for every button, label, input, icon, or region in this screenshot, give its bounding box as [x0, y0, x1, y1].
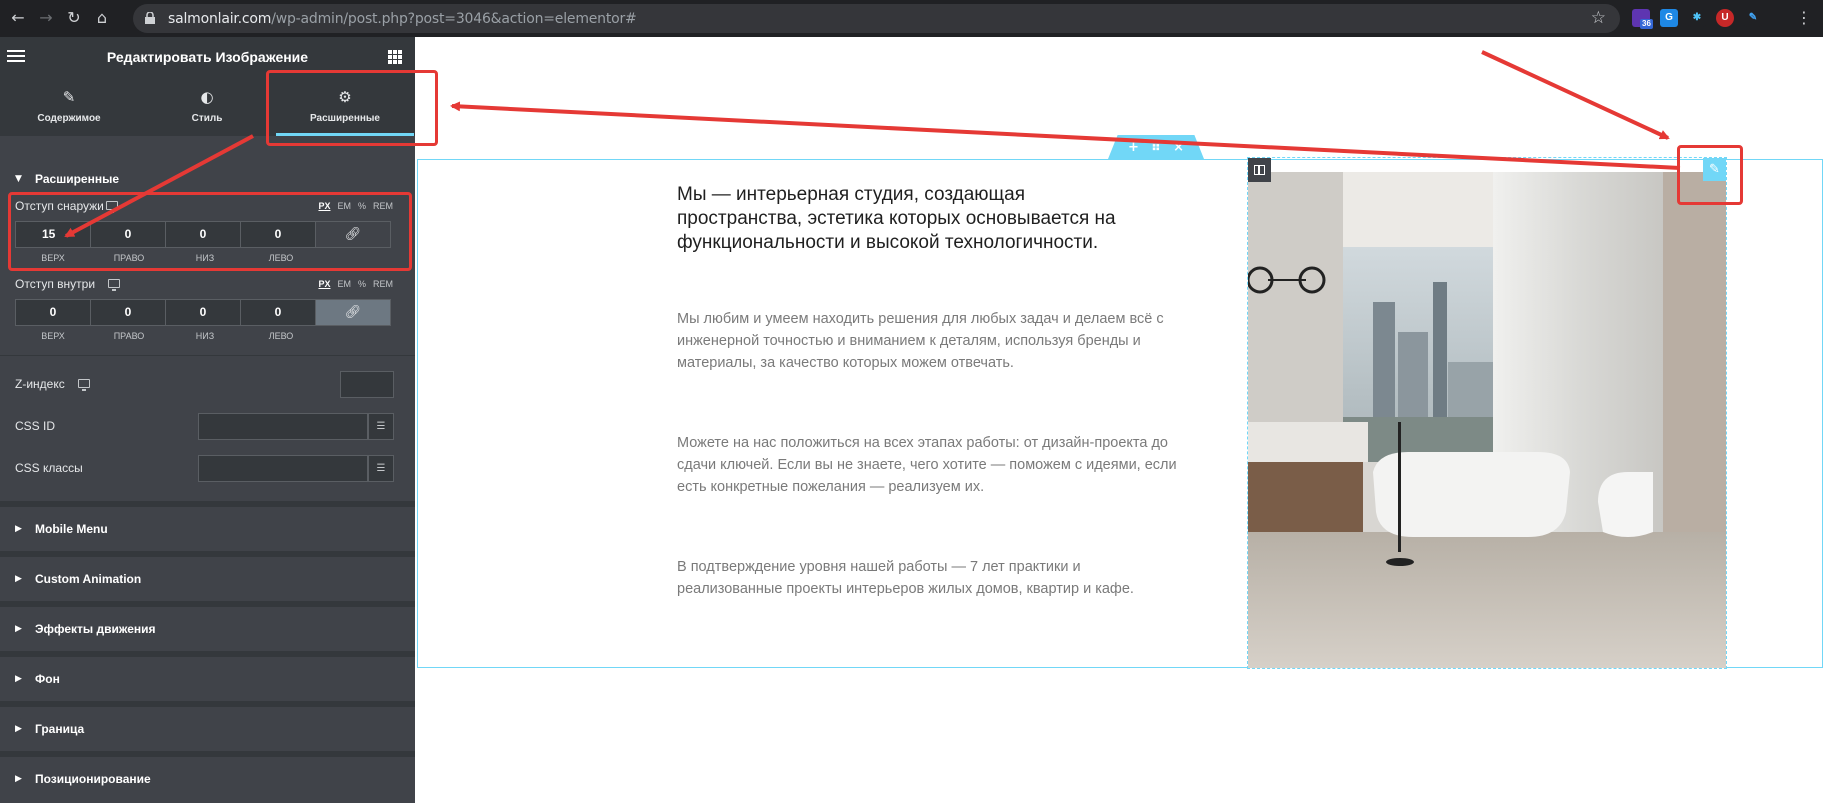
bookmark-star-icon[interactable]: ☆ — [1591, 8, 1606, 28]
home-icon[interactable]: ⌂ — [92, 8, 112, 28]
section-positioning[interactable]: ▶ Позиционирование — [0, 751, 415, 801]
contrast-icon: ◐ — [200, 88, 214, 106]
caret-right-icon: ▶ — [15, 574, 22, 584]
css-id-label: CSS ID — [15, 419, 56, 433]
section-background[interactable]: ▶ Фон — [0, 651, 415, 701]
padding-right-input[interactable]: 0 — [90, 299, 166, 326]
annotation-box-margin — [8, 192, 412, 271]
text-paragraph[interactable]: Мы любим и умеем находить решения для лю… — [677, 308, 1177, 374]
page-headline[interactable]: Мы — интерьерная студия, создающая прост… — [677, 183, 1127, 255]
caret-right-icon: ▶ — [15, 524, 22, 534]
css-classes-input[interactable] — [198, 455, 368, 482]
reload-icon[interactable]: ↻ — [64, 8, 84, 28]
extension-icon[interactable]: 36 — [1632, 9, 1653, 29]
dynamic-tags-icon[interactable]: ☰ — [368, 455, 394, 482]
menu-kebab-icon[interactable]: ⋮ — [1794, 8, 1814, 28]
zindex-input[interactable] — [340, 371, 394, 398]
divider — [0, 355, 415, 356]
unit-px[interactable]: PX — [318, 279, 330, 289]
lock-icon — [145, 12, 155, 24]
dynamic-tags-icon[interactable]: ☰ — [368, 413, 394, 440]
pencil-icon: ✎ — [62, 88, 76, 106]
caret-down-icon: ▼ — [15, 174, 22, 184]
close-icon[interactable]: × — [1173, 140, 1184, 155]
unit-rem[interactable]: REM — [373, 279, 393, 289]
extension-g-icon[interactable]: G — [1660, 9, 1678, 27]
section-motion-effects[interactable]: ▶ Эффекты движения — [0, 601, 415, 651]
section-mobile-menu[interactable]: ▶ Mobile Menu — [0, 501, 415, 551]
annotation-box-advanced-tab — [266, 70, 438, 146]
css-id-input[interactable] — [198, 413, 368, 440]
responsive-desktop-icon[interactable] — [78, 379, 90, 391]
browser-toolbar: ← → ↻ ⌂ salmonlair.com/wp-admin/post.php… — [0, 0, 1823, 37]
caret-right-icon: ▶ — [15, 774, 22, 784]
extension-u-icon[interactable]: U — [1716, 9, 1734, 27]
drag-icon[interactable]: ⠿ — [1151, 140, 1161, 155]
tab-content[interactable]: ✎ Содержимое — [0, 76, 138, 136]
link-values-icon[interactable]: 🔗︎ — [315, 299, 391, 326]
elementor-panel: Редактировать Изображение ✎ Содержимое ◐… — [0, 37, 415, 803]
url-text: salmonlair.com/wp-admin/post.php?post=30… — [168, 11, 637, 27]
column-handle-icon[interactable] — [1248, 158, 1271, 182]
section-handle[interactable]: + ⠿ × — [1108, 135, 1204, 159]
unit-em[interactable]: EM — [337, 279, 351, 289]
css-classes-label: CSS классы — [15, 461, 83, 475]
extension-bug-icon[interactable]: ✱ — [1688, 9, 1706, 27]
tab-style[interactable]: ◐ Стиль — [138, 76, 276, 136]
padding-units: PX EM% REM — [311, 279, 393, 289]
section-custom-animation[interactable]: ▶ Custom Animation — [0, 551, 415, 601]
text-paragraph[interactable]: Можете на нас положиться на всех этапах … — [677, 432, 1177, 498]
forward-icon[interactable]: → — [36, 8, 56, 28]
zindex-label: Z-индекс — [15, 377, 65, 391]
back-icon[interactable]: ← — [8, 8, 28, 28]
padding-dim-labels: ВЕРХ ПРАВО НИЗ ЛЕВО — [41, 331, 294, 341]
padding-label: Отступ внутри — [15, 277, 96, 291]
caret-right-icon: ▶ — [15, 674, 22, 684]
address-bar[interactable]: salmonlair.com/wp-admin/post.php?post=30… — [133, 4, 1620, 33]
widgets-grid-icon[interactable] — [388, 50, 402, 64]
text-paragraph[interactable]: В подтверждение уровня нашей работы — 7 … — [677, 556, 1177, 600]
caret-right-icon: ▶ — [15, 624, 22, 634]
section-border[interactable]: ▶ Граница — [0, 701, 415, 751]
padding-bottom-input[interactable]: 0 — [165, 299, 241, 326]
padding-inputs: 0 0 0 0 🔗︎ — [15, 299, 394, 326]
responsive-desktop-icon[interactable] — [108, 279, 120, 291]
extension-pen-icon[interactable]: ✎ — [1744, 9, 1762, 27]
padding-top-input[interactable]: 0 — [15, 299, 91, 326]
annotation-box-edit-handle — [1677, 145, 1743, 205]
plus-icon[interactable]: + — [1128, 140, 1139, 155]
panel-title: Редактировать Изображение — [106, 49, 309, 65]
padding-left-input[interactable]: 0 — [240, 299, 316, 326]
image-widget-outline — [1247, 157, 1727, 669]
caret-right-icon: ▶ — [15, 724, 22, 734]
unit-percent[interactable]: % — [358, 279, 366, 289]
